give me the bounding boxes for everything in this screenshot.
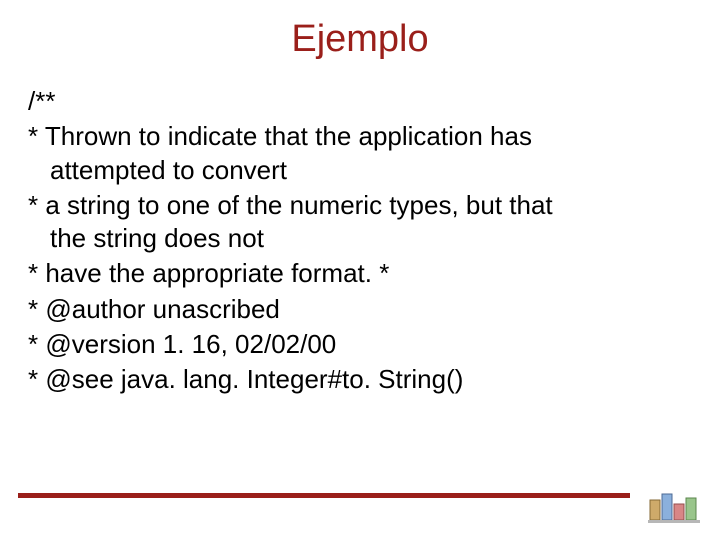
doc-cont: the string does not <box>28 222 692 255</box>
star: * <box>28 294 45 324</box>
slide-title: Ejemplo <box>28 18 692 61</box>
doc-text: a string to one of the numeric types, bu… <box>45 190 552 220</box>
doc-cont: attempted to convert <box>28 154 692 187</box>
doc-text: Thrown to indicate that the application … <box>45 121 532 151</box>
doc-text: @author unascribed <box>45 294 280 324</box>
doc-line: * @author unascribed <box>28 293 692 326</box>
doc-text: have the appropriate format. * <box>45 258 389 288</box>
slide: Ejemplo /** * Thrown to indicate that th… <box>0 0 720 540</box>
doc-line: * have the appropriate format. * <box>28 257 692 290</box>
doc-line: * @version 1. 16, 02/02/00 <box>28 328 692 361</box>
books-logo-icon <box>644 480 706 528</box>
star: * <box>28 329 45 359</box>
doc-line: * a string to one of the numeric types, … <box>28 189 692 256</box>
doc-text: @see java. lang. Integer#to. String() <box>45 364 463 394</box>
footer-rule <box>18 493 630 498</box>
doc-line: * @see java. lang. Integer#to. String() <box>28 363 692 396</box>
star: * <box>28 121 45 151</box>
star: * <box>28 190 45 220</box>
doc-line: * Thrown to indicate that the applicatio… <box>28 120 692 187</box>
star: * <box>28 364 45 394</box>
javadoc-open: /** <box>28 85 692 118</box>
star: * <box>28 258 45 288</box>
body-text: /** * Thrown to indicate that the applic… <box>28 85 692 396</box>
doc-text: @version 1. 16, 02/02/00 <box>45 329 336 359</box>
